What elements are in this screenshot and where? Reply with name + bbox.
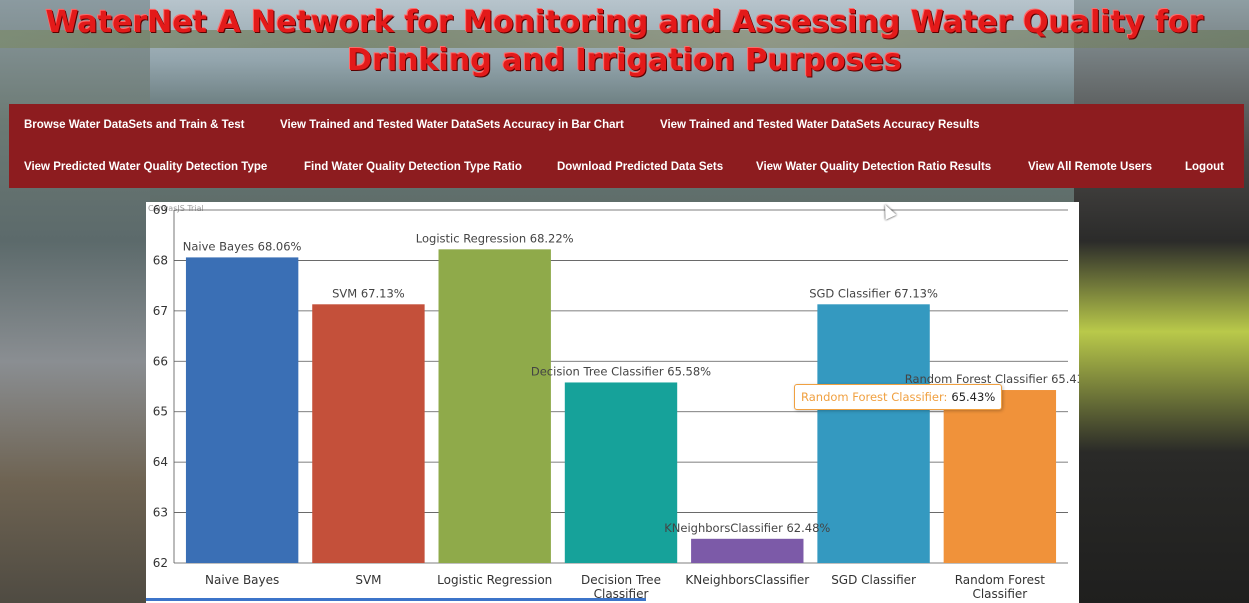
- accuracy-bar-chart: CanvasJS Trial 62 63 64 65 66 67 68 69 Naive Ba…: [146, 202, 1079, 603]
- bar-svm[interactable]: [312, 304, 425, 563]
- x-tick-label: Decision Tree: [581, 573, 661, 587]
- nav-menu: Browse Water DataSets and Train & Test V…: [9, 104, 1244, 188]
- bar-random-forest-classifier[interactable]: [943, 390, 1057, 563]
- y-tick-label: 64: [153, 455, 168, 469]
- tooltip-series-name: Random Forest Classifier:: [801, 390, 948, 404]
- y-tick-label: 68: [153, 253, 168, 267]
- nav-accuracy-results[interactable]: View Trained and Tested Water DataSets A…: [660, 119, 980, 131]
- x-tick-label: SGD Classifier: [831, 573, 916, 587]
- y-tick-label: 63: [153, 506, 168, 520]
- data-label: Decision Tree Classifier 65.58%: [531, 364, 711, 378]
- x-tick-label: Naive Bayes: [205, 573, 279, 587]
- bar-sgd-classifier[interactable]: [817, 304, 930, 563]
- nav-download-predicted[interactable]: Download Predicted Data Sets: [557, 161, 723, 173]
- chart-tooltip: Random Forest Classifier: 65.43%: [794, 384, 1003, 410]
- x-tick-label: SVM: [355, 573, 381, 587]
- bar-kneighborsclassifier[interactable]: [691, 538, 804, 563]
- bar-logistic-regression[interactable]: [438, 249, 551, 563]
- nav-predicted-detection-type[interactable]: View Predicted Water Quality Detection T…: [24, 161, 267, 173]
- page-title: WaterNet A Network for Monitoring and As…: [45, 5, 1204, 78]
- x-tick-label: Classifier: [972, 587, 1027, 601]
- data-label: SVM 67.13%: [332, 286, 405, 300]
- y-tick-label: 67: [153, 304, 168, 318]
- horizontal-scrollbar[interactable]: [146, 598, 646, 601]
- data-label: SGD Classifier 67.13%: [809, 286, 938, 300]
- x-tick-label: Random Forest: [955, 573, 1046, 587]
- x-tick-label: Logistic Regression: [437, 573, 552, 587]
- data-label: KNeighborsClassifier 62.48%: [664, 521, 830, 535]
- nav-logout[interactable]: Logout: [1185, 161, 1224, 173]
- y-tick-label: 66: [153, 354, 168, 368]
- nav-browse-datasets[interactable]: Browse Water DataSets and Train & Test: [24, 119, 244, 131]
- background-photo-left: [0, 0, 150, 603]
- nav-accuracy-bar-chart[interactable]: View Trained and Tested Water DataSets A…: [280, 119, 624, 131]
- bar-naive-bayes[interactable]: [185, 257, 299, 563]
- bar-decision-tree-classifier[interactable]: [564, 382, 678, 563]
- y-tick-label: 69: [153, 203, 168, 217]
- data-label: Logistic Regression 68.22%: [416, 231, 574, 245]
- tooltip-value: 65.43%: [951, 390, 996, 404]
- background-photo-right: [1074, 0, 1249, 603]
- nav-detection-type-ratio[interactable]: Find Water Quality Detection Type Ratio: [304, 161, 522, 173]
- y-tick-label: 65: [153, 405, 168, 419]
- y-tick-label: 62: [153, 556, 168, 570]
- nav-remote-users[interactable]: View All Remote Users: [1028, 161, 1152, 173]
- nav-detection-ratio-results[interactable]: View Water Quality Detection Ratio Resul…: [756, 161, 991, 173]
- x-tick-label: KNeighborsClassifier: [685, 573, 809, 587]
- data-label: Naive Bayes 68.06%: [183, 239, 302, 253]
